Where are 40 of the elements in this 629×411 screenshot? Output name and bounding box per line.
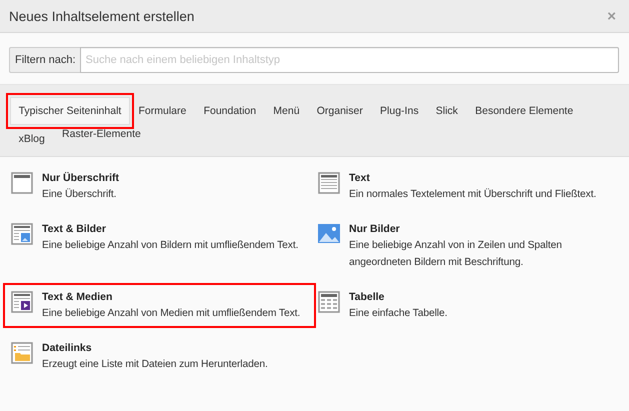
category-tab[interactable]: Raster-Elemente	[53, 125, 150, 143]
element-description: Erzeugt eine Liste mit Dateien zum Herunterladen.	[42, 358, 268, 372]
heading-icon	[11, 172, 33, 194]
table-icon	[318, 291, 340, 313]
text-image-icon	[11, 223, 33, 245]
element-description: Eine beliebige Anzahl von Medien mit umfließendem Text.	[42, 307, 300, 321]
element-title: Text	[349, 171, 371, 186]
content-element-option[interactable]: Tabelle Eine einfache Tabelle.	[312, 285, 629, 326]
content-element-option[interactable]: Text & Medien Eine beliebige Anzahl von Medien mit umfließendem Text.	[5, 285, 314, 326]
element-title: Nur Bilder	[349, 222, 401, 237]
element-title: Nur Überschrift	[42, 171, 120, 186]
category-tab[interactable]: xBlog	[10, 125, 54, 153]
category-tab[interactable]: Formulare	[130, 97, 195, 125]
content-element-option[interactable]: Text Ein normales Textelement mit Überschrift und Fließtext.	[312, 166, 629, 207]
element-title: Text & Bilder	[42, 222, 107, 237]
content-element-option[interactable]: Text & Bilder Eine beliebige Anzahl von Bildern mit umfließendem Text.	[5, 217, 314, 258]
element-title: Text & Medien	[42, 290, 114, 305]
filter-label: Filtern nach:	[9, 47, 80, 73]
content-element-option[interactable]: Nur Überschrift Eine Überschrift.	[5, 166, 314, 207]
search-field[interactable]: Suche nach einem beliebigen Inhaltstyp	[80, 47, 619, 73]
category-tab[interactable]: Foundation	[194, 97, 265, 125]
content-element-option[interactable]: Dateilinks Erzeugt eine Liste mit Dateien zum Herunterladen.	[5, 336, 314, 377]
content-element-option[interactable]: Nur Bilder Eine beliebige Anzahl von in Zeilen und Spalten angeordneten Bildern mit Beschriftung.	[312, 217, 629, 275]
category-tab[interactable]: Plug-Ins	[371, 97, 428, 125]
category-tab[interactable]: Menü	[264, 97, 308, 125]
element-title: Dateilinks	[42, 341, 93, 356]
category-tab[interactable]: Besondere Elemente	[466, 97, 582, 125]
element-description: Ein normales Textelement mit Überschrift und Fließtext.	[349, 187, 596, 202]
element-description: Eine beliebige Anzahl von in Zeilen und Spalten angeordneten Bildern mit Beschriftung.	[349, 239, 563, 270]
file-list-icon	[11, 342, 33, 364]
category-tab[interactable]: Organiser	[308, 97, 372, 125]
text-icon	[318, 172, 340, 194]
image-icon	[318, 223, 340, 245]
element-title: Tabelle	[349, 290, 386, 305]
element-description: Eine beliebige Anzahl von Bildern mit umfließendem Text.	[42, 239, 298, 253]
element-description: Eine Überschrift.	[42, 187, 118, 202]
text-video-icon	[11, 291, 33, 313]
dialog-title: Neues Inhaltselement erstellen	[9, 8, 194, 24]
category-tab[interactable]: Slick	[427, 97, 467, 125]
element-description: Eine einfache Tabelle.	[349, 307, 448, 321]
